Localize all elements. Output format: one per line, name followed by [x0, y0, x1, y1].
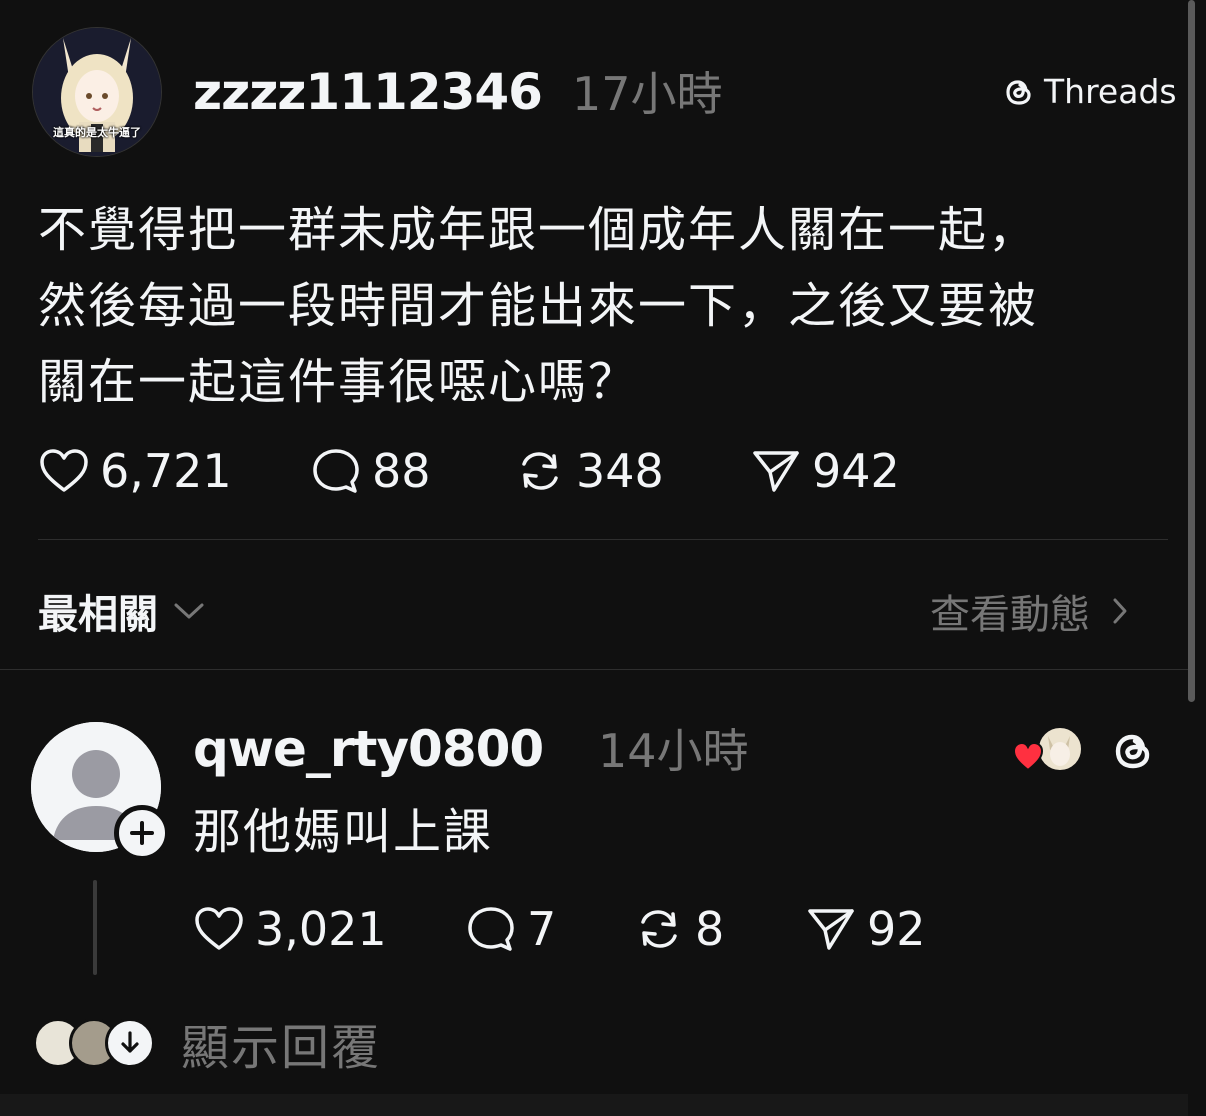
reply-body: 那他媽叫上課	[193, 804, 494, 860]
liked-by-author-icon	[1012, 726, 1083, 772]
share-send-icon	[808, 909, 854, 950]
share-send-icon	[753, 451, 799, 492]
like-count: 6,721	[100, 444, 232, 498]
heart-icon	[40, 449, 88, 492]
comment-bubble-icon	[468, 907, 514, 951]
post-text-line: 關在一起這件事很噁心嗎？	[38, 354, 639, 410]
threads-logo-button[interactable]	[1110, 726, 1156, 780]
divider	[0, 669, 1188, 670]
threads-brand-label: Threads	[1044, 72, 1177, 111]
post-repost-button[interactable]: 348	[514, 444, 750, 498]
comment-count: 88	[372, 444, 431, 498]
post-text-line: 然後每過一段時間才能出來一下，之後又要被	[38, 278, 1039, 334]
post-timestamp: 17小時	[572, 67, 723, 121]
post-comment-button[interactable]: 88	[310, 444, 514, 498]
view-activity-label: 查看動態	[930, 592, 1090, 638]
liked-by-author-indicator	[1012, 724, 1084, 776]
threads-logo-icon	[1115, 734, 1150, 769]
post-action-bar: 6,721 88 348 942	[38, 444, 900, 498]
reply-share-button[interactable]: 92	[805, 902, 926, 956]
expand-replies-icon-wrap	[105, 1018, 155, 1068]
chevron-down-icon	[174, 603, 204, 619]
post-share-button[interactable]: 942	[750, 444, 900, 498]
heart-icon	[195, 907, 243, 950]
show-replies-label: 顯示回覆	[181, 1020, 382, 1076]
reply-repost-button[interactable]: 8	[633, 902, 805, 956]
divider	[38, 539, 1168, 540]
post-body: 不覺得把一群未成年跟一個成年人關在一起， 然後每過一段時間才能出來一下，之後又要…	[38, 192, 1178, 420]
post-author-avatar[interactable]: 這真的是太牛逼了	[32, 27, 162, 157]
threads-logo-icon	[1006, 80, 1031, 105]
post-text-line: 不覺得把一群未成年跟一個成年人關在一起，	[38, 202, 1039, 258]
chevron-right-icon	[1113, 598, 1127, 624]
repost-icon	[641, 910, 677, 948]
view-activity-link[interactable]: 查看動態	[930, 582, 1130, 640]
thread-connector-line	[93, 880, 97, 975]
comment-count: 7	[527, 902, 557, 956]
reply-comment-button[interactable]: 7	[465, 902, 633, 956]
plus-icon	[130, 821, 154, 845]
post-username[interactable]: zzzz1112346	[193, 62, 543, 122]
reply-action-bar: 3,021 7 8 92	[193, 902, 926, 956]
threads-brand[interactable]: Threads	[1002, 72, 1177, 112]
repost-icon	[522, 452, 558, 490]
post-like-button[interactable]: 6,721	[38, 444, 310, 498]
repost-count: 8	[695, 902, 725, 956]
avatar-caption: 這真的是太牛逼了	[53, 126, 141, 139]
repost-count: 348	[576, 444, 664, 498]
bottom-edge-bar	[0, 1094, 1188, 1116]
like-count: 3,021	[255, 902, 387, 956]
comment-bubble-icon	[313, 449, 359, 493]
share-count: 92	[867, 902, 926, 956]
reply-timestamp: 14小時	[598, 724, 749, 778]
reply-like-button[interactable]: 3,021	[193, 902, 465, 956]
show-replies-button[interactable]: 顯示回覆	[33, 1008, 381, 1078]
sort-dropdown[interactable]: 最相關	[38, 582, 206, 640]
reply-username[interactable]: qwe_rty0800	[193, 719, 544, 779]
follow-plus-button[interactable]	[114, 805, 170, 861]
scrollbar[interactable]	[1188, 0, 1195, 702]
sort-label: 最相關	[38, 592, 158, 638]
share-count: 942	[812, 444, 900, 498]
arrow-down-icon	[121, 1031, 139, 1053]
